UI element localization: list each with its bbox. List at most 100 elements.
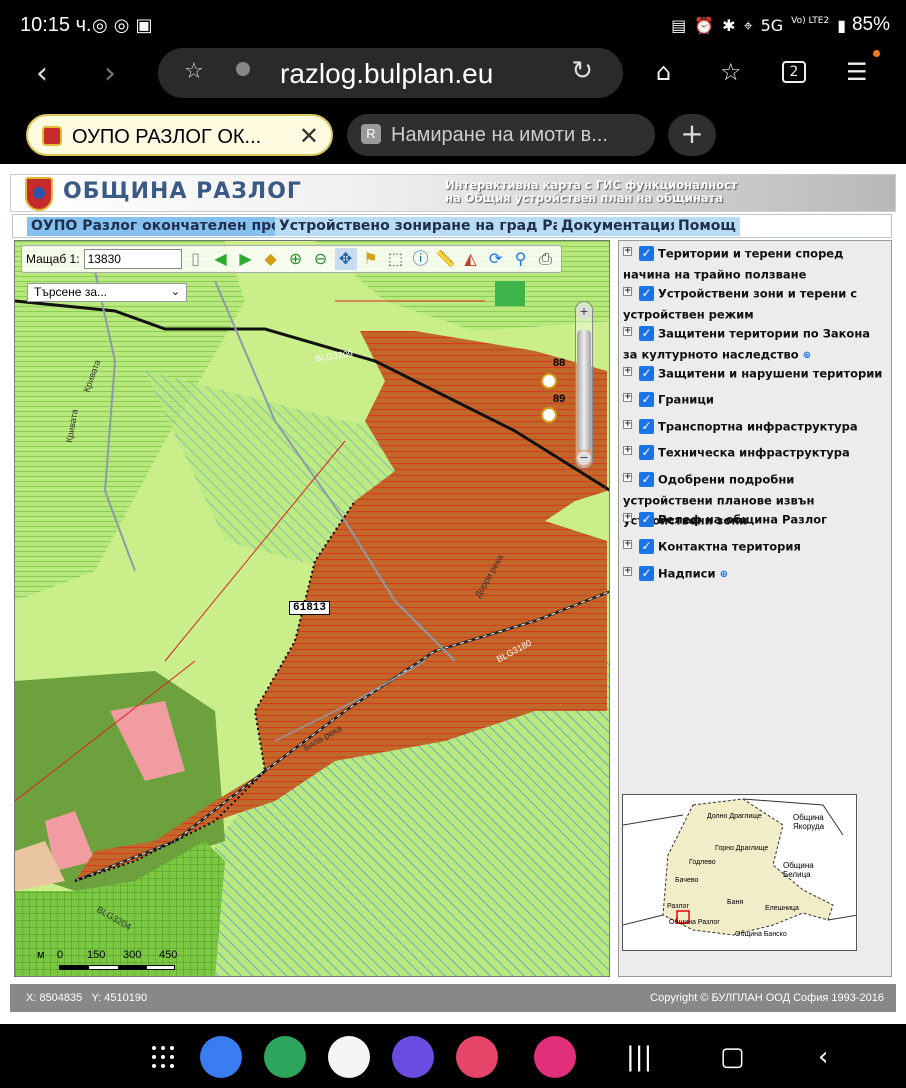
apps-grid-icon[interactable] [152,1046,178,1072]
menu-documentation[interactable]: Документация [557,217,684,236]
expand-icon[interactable]: + [623,513,632,522]
layer-item[interactable]: + ✓ Транспортна инфраструктура [623,416,887,437]
update-badge [873,50,880,57]
expand-icon[interactable]: + [623,446,632,455]
parcel-label[interactable]: 61813 [289,601,331,615]
r-favicon-icon: R [361,124,381,144]
checkbox[interactable]: ✓ [639,286,654,301]
camera-app-icon[interactable] [456,1036,498,1078]
site-info-icon[interactable] [236,62,250,76]
forward-icon[interactable]: › [104,56,116,91]
menu-help[interactable]: Помощ [674,217,740,236]
zoom-to-layer-icon[interactable]: ⊕ [803,350,811,361]
checkbox[interactable]: ✓ [639,392,654,407]
checkbox[interactable]: ✓ [639,366,654,381]
checkbox[interactable]: ✓ [639,419,654,434]
layer-item[interactable]: + ✓ Контактна територия [623,536,887,557]
expand-icon[interactable]: + [623,247,632,256]
play-store-app-icon[interactable] [328,1036,370,1078]
zoom-plus-icon[interactable]: + [577,305,591,319]
refresh-icon[interactable]: ⟳ [485,248,507,270]
checkbox[interactable]: ✓ [639,539,654,554]
pan-icon[interactable]: ✥ [334,248,357,270]
checkbox[interactable]: ✓ [639,472,654,487]
internet-app-icon[interactable] [392,1036,434,1078]
bookmark-star-icon[interactable]: ☆ [184,59,204,84]
url-text[interactable]: razlog.bulplan.eu [280,58,493,90]
zoom-out-icon[interactable]: ⊖ [310,248,332,270]
info-icon[interactable]: ⓘ [410,248,432,270]
monument-icon[interactable] [541,373,557,389]
gallery-app-icon[interactable] [534,1036,576,1078]
expand-icon[interactable]: + [623,287,632,296]
expand-icon[interactable]: + [623,393,632,402]
page-icon[interactable]: ▯ [185,248,207,270]
layer-item[interactable]: + ✓ Устройствени зони и терени с устройств… [623,283,887,324]
clear-icon[interactable]: ◭ [460,248,482,270]
zoom-in-icon[interactable]: ⊕ [285,248,307,270]
zoom-to-layer-icon[interactable]: ⊕ [720,569,728,580]
menu-zoning-razlog[interactable]: Устройствено зониране на град Разлог [275,217,602,236]
measure-icon[interactable]: 📏 [435,248,457,270]
tab-property-search[interactable]: R Намиране на имоти в... [347,114,655,156]
expand-icon[interactable]: + [623,327,632,336]
arrow-right-icon[interactable]: ▶ [235,248,257,270]
messages-app-icon[interactable] [200,1036,242,1078]
menu-icon[interactable]: ☰ [846,58,868,86]
tab-razlog[interactable]: ОУПО РАЗЛОГ ОК... ✕ [26,114,333,156]
print-icon[interactable]: ⎙ [535,248,557,270]
checkbox[interactable]: ✓ [639,445,654,460]
close-tab-icon[interactable]: ✕ [299,116,319,154]
coord-x: X: 8504835 [26,992,83,1004]
layer-item[interactable]: + ✓ Защитени територии по Закона за култур… [623,323,887,366]
layer-item[interactable]: + ✓ Надписи ⊕ [623,563,887,585]
site-subtitle: Интерактивна карта с ГИС функционалност … [445,178,738,205]
layer-label: Защитени и нарушени територии [658,366,883,381]
zoom-slider[interactable]: + − [575,301,593,469]
expand-icon[interactable]: + [623,367,632,376]
back-nav-icon[interactable]: ‹ [818,1042,828,1072]
monument-icon[interactable] [541,407,557,423]
layer-item[interactable]: + ✓ Територии и терени според начина на тр… [623,243,887,284]
full-extent-icon[interactable]: ◆ [260,248,282,270]
new-tab-button[interactable]: + [668,114,716,156]
tabs-icon[interactable]: 2 [782,61,806,83]
zoom-minus-icon[interactable]: − [577,451,591,465]
home-nav-icon[interactable]: ▢ [720,1042,745,1072]
arrow-left-icon[interactable]: ◀ [210,248,232,270]
scale-tick: 300 [123,949,142,961]
expand-icon[interactable]: + [623,567,632,576]
expand-icon[interactable]: + [623,420,632,429]
scale-input[interactable] [83,249,182,269]
layer-label: Територии и терени според начина на трай… [623,246,844,282]
checkbox[interactable]: ✓ [639,566,654,581]
search-icon[interactable]: ⚲ [510,248,532,270]
menu-oupo-final[interactable]: ОУПО Разлог окончателен проект [27,217,312,236]
layer-item[interactable]: + ✓ Техническа инфраструктура [623,442,887,463]
layer-label: Контактна територия [658,539,801,554]
search-select[interactable]: Търсене за... ⌄ [27,283,187,302]
checkbox[interactable]: ✓ [639,326,654,341]
recents-icon[interactable]: ||| [626,1042,652,1072]
reload-icon[interactable]: ↻ [571,56,593,86]
layer-item[interactable]: + ✓ Защитени и нарушени територии [623,363,887,384]
tab-title: Намиране на имоти в... [391,124,608,146]
battery-level: 85% [851,14,890,35]
map-canvas[interactable]: Мащаб 1: ▯ ◀ ▶ ◆ ⊕ ⊖ ✥ ⚑ ⬚ ⓘ 📏 ◭ ⟳ ⚲ ⎙ Т… [14,240,610,977]
back-icon[interactable]: ‹ [36,56,48,91]
identify-icon[interactable]: ⚑ [360,248,382,270]
checkbox[interactable]: ✓ [639,512,654,527]
overview-map[interactable]: Община Якоруда Долно Драглище Горно Драг… [622,794,857,951]
phone-app-icon[interactable] [264,1036,306,1078]
expand-icon[interactable]: + [623,540,632,549]
select-area-icon[interactable]: ⬚ [385,248,407,270]
browser-toolbar: ‹ › ☆ razlog.bulplan.eu ↻ ⌂ ☆ 2 ☰ [0,44,906,106]
home-icon[interactable]: ⌂ [656,58,671,86]
checkbox[interactable]: ✓ [639,246,654,261]
layer-item[interactable]: + ✓ Граници [623,389,887,410]
zoom-thumb[interactable] [577,330,591,450]
address-bar[interactable]: ☆ razlog.bulplan.eu ↻ [158,48,623,98]
expand-icon[interactable]: + [623,473,632,482]
bookmarks-icon[interactable]: ☆ [720,58,742,86]
layer-item[interactable]: + ✓ Релеф на община Разлог [623,509,887,530]
